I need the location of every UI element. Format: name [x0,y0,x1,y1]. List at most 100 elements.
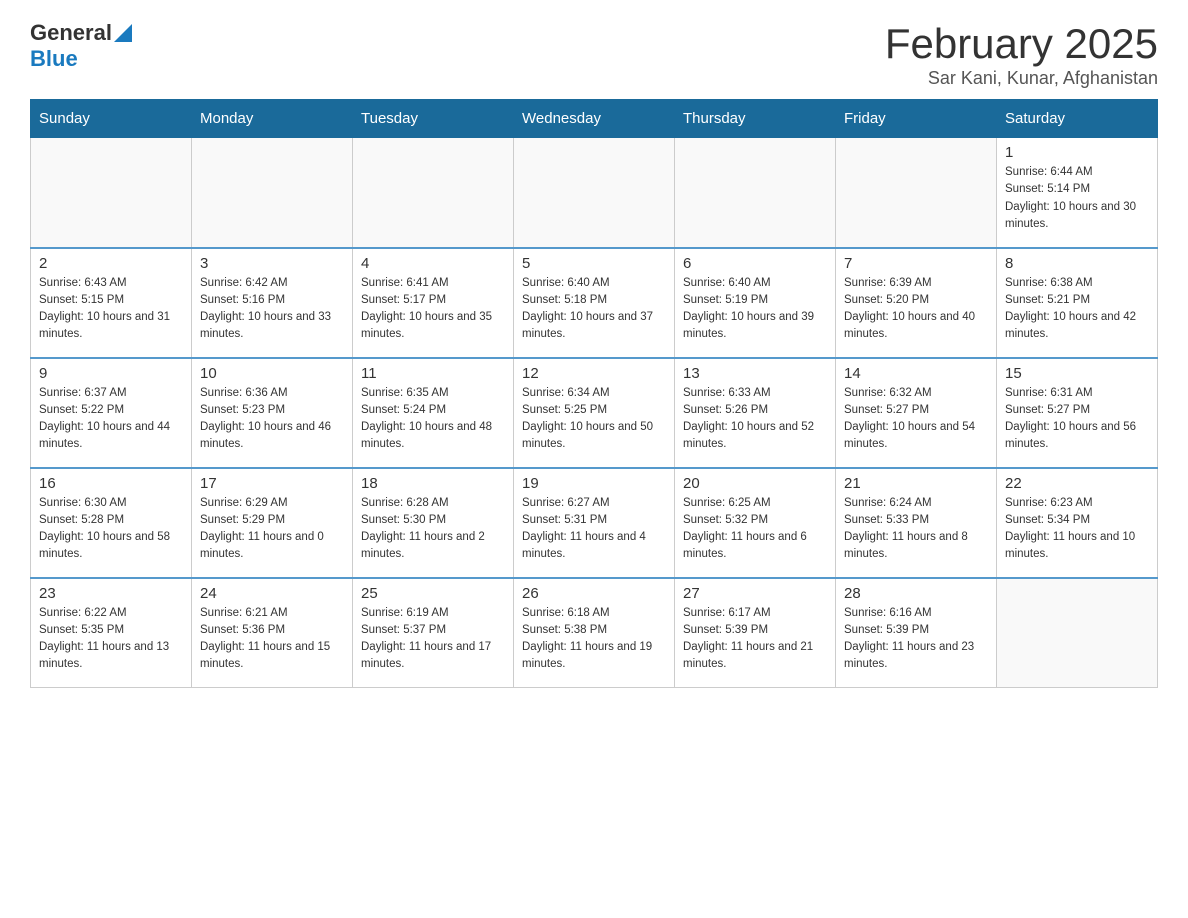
calendar-cell: 23 Sunrise: 6:22 AM Sunset: 5:35 PM Dayli… [31,578,192,688]
day-number: 9 [39,365,183,382]
day-info: Sunrise: 6:34 AM Sunset: 5:25 PM Dayligh… [522,385,666,454]
calendar-cell: 6Sunrise: 6:40 AM Sunset: 5:19 PM Daylig… [675,248,836,358]
day-number: 4 [361,255,505,272]
calendar-cell: 2Sunrise: 6:43 AM Sunset: 5:15 PM Daylig… [31,248,192,358]
day-info: Sunrise: 6:33 AM Sunset: 5:26 PM Dayligh… [683,385,827,454]
day-info: Sunrise: 6:21 AM Sunset: 5:36 PM Dayligh… [200,605,344,674]
calendar-cell: 4 Sunrise: 6:41 AM Sunset: 5:17 PM Daylig… [353,248,514,358]
calendar-cell [31,138,192,248]
logo: General Blue [30,20,132,72]
calendar-cell: 15 Sunrise: 6:31 AM Sunset: 5:27 PM Dayli… [997,358,1158,468]
day-info: Sunrise: 6:19 AM Sunset: 5:37 PM Dayligh… [361,605,505,674]
day-info: Sunrise: 6:39 AM Sunset: 5:20 PM Dayligh… [844,275,988,344]
day-info: Sunrise: 6:25 AM Sunset: 5:32 PM Dayligh… [683,495,827,564]
calendar-cell: 7Sunrise: 6:39 AM Sunset: 5:20 PM Daylig… [836,248,997,358]
title-section: February 2025 Sar Kani, Kunar, Afghanist… [885,20,1158,89]
calendar-cell: 1 Sunrise: 6:44 AM Sunset: 5:14 PM Daylig… [997,138,1158,248]
month-title: February 2025 [885,20,1158,68]
day-number: 12 [522,365,666,382]
weekday-header-thursday: Thursday [675,100,836,138]
calendar-cell: 9 Sunrise: 6:37 AM Sunset: 5:22 PM Daylig… [31,358,192,468]
day-info: Sunrise: 6:31 AM Sunset: 5:27 PM Dayligh… [1005,385,1149,454]
day-info: Sunrise: 6:23 AM Sunset: 5:34 PM Dayligh… [1005,495,1149,564]
calendar-cell: 20 Sunrise: 6:25 AM Sunset: 5:32 PM Dayli… [675,468,836,578]
day-info: Sunrise: 6:32 AM Sunset: 5:27 PM Dayligh… [844,385,988,454]
day-info: Sunrise: 6:28 AM Sunset: 5:30 PM Dayligh… [361,495,505,564]
calendar-week-row: 2Sunrise: 6:43 AM Sunset: 5:15 PM Daylig… [31,248,1158,358]
calendar-week-row: 9 Sunrise: 6:37 AM Sunset: 5:22 PM Daylig… [31,358,1158,468]
day-number: 18 [361,475,505,492]
day-info: Sunrise: 6:29 AM Sunset: 5:29 PM Dayligh… [200,495,344,564]
day-number: 17 [200,475,344,492]
day-info: Sunrise: 6:17 AM Sunset: 5:39 PM Dayligh… [683,605,827,674]
day-info: Sunrise: 6:40 AM Sunset: 5:19 PM Dayligh… [683,275,827,344]
day-number: 14 [844,365,988,382]
day-number: 8 [1005,255,1149,272]
calendar-table: SundayMondayTuesdayWednesdayThursdayFrid… [30,99,1158,688]
day-number: 20 [683,475,827,492]
calendar-cell: 5Sunrise: 6:40 AM Sunset: 5:18 PM Daylig… [514,248,675,358]
day-info: Sunrise: 6:22 AM Sunset: 5:35 PM Dayligh… [39,605,183,674]
day-number: 26 [522,585,666,602]
day-number: 22 [1005,475,1149,492]
day-number: 16 [39,475,183,492]
weekday-header-row: SundayMondayTuesdayWednesdayThursdayFrid… [31,100,1158,138]
weekday-header-wednesday: Wednesday [514,100,675,138]
calendar-cell: 28 Sunrise: 6:16 AM Sunset: 5:39 PM Dayli… [836,578,997,688]
logo-general-text: General [30,20,112,46]
calendar-cell: 17 Sunrise: 6:29 AM Sunset: 5:29 PM Dayli… [192,468,353,578]
day-info: Sunrise: 6:41 AM Sunset: 5:17 PM Dayligh… [361,275,505,344]
day-number: 23 [39,585,183,602]
calendar-cell: 25Sunrise: 6:19 AM Sunset: 5:37 PM Dayli… [353,578,514,688]
calendar-cell [353,138,514,248]
calendar-cell: 27Sunrise: 6:17 AM Sunset: 5:39 PM Dayli… [675,578,836,688]
day-number: 19 [522,475,666,492]
calendar-week-row: 23 Sunrise: 6:22 AM Sunset: 5:35 PM Dayli… [31,578,1158,688]
location-text: Sar Kani, Kunar, Afghanistan [885,68,1158,89]
calendar-cell: 14 Sunrise: 6:32 AM Sunset: 5:27 PM Dayli… [836,358,997,468]
weekday-header-friday: Friday [836,100,997,138]
day-number: 1 [1005,144,1149,161]
day-number: 11 [361,365,505,382]
calendar-cell: 16 Sunrise: 6:30 AM Sunset: 5:28 PM Dayli… [31,468,192,578]
calendar-cell: 10 Sunrise: 6:36 AM Sunset: 5:23 PM Dayli… [192,358,353,468]
logo-triangle-icon [114,24,132,42]
calendar-cell: 18 Sunrise: 6:28 AM Sunset: 5:30 PM Dayli… [353,468,514,578]
calendar-cell [836,138,997,248]
day-info: Sunrise: 6:37 AM Sunset: 5:22 PM Dayligh… [39,385,183,454]
calendar-cell [675,138,836,248]
day-info: Sunrise: 6:36 AM Sunset: 5:23 PM Dayligh… [200,385,344,454]
calendar-cell: 13 Sunrise: 6:33 AM Sunset: 5:26 PM Dayli… [675,358,836,468]
day-number: 28 [844,585,988,602]
day-number: 15 [1005,365,1149,382]
calendar-cell: 12 Sunrise: 6:34 AM Sunset: 5:25 PM Dayli… [514,358,675,468]
day-info: Sunrise: 6:43 AM Sunset: 5:15 PM Dayligh… [39,275,183,344]
day-info: Sunrise: 6:42 AM Sunset: 5:16 PM Dayligh… [200,275,344,344]
day-number: 21 [844,475,988,492]
calendar-cell: 19Sunrise: 6:27 AM Sunset: 5:31 PM Dayli… [514,468,675,578]
day-info: Sunrise: 6:16 AM Sunset: 5:39 PM Dayligh… [844,605,988,674]
weekday-header-saturday: Saturday [997,100,1158,138]
calendar-cell: 11 Sunrise: 6:35 AM Sunset: 5:24 PM Dayli… [353,358,514,468]
day-info: Sunrise: 6:38 AM Sunset: 5:21 PM Dayligh… [1005,275,1149,344]
calendar-cell: 8 Sunrise: 6:38 AM Sunset: 5:21 PM Daylig… [997,248,1158,358]
calendar-week-row: 16 Sunrise: 6:30 AM Sunset: 5:28 PM Dayli… [31,468,1158,578]
day-info: Sunrise: 6:30 AM Sunset: 5:28 PM Dayligh… [39,495,183,564]
day-number: 3 [200,255,344,272]
day-info: Sunrise: 6:40 AM Sunset: 5:18 PM Dayligh… [522,275,666,344]
weekday-header-tuesday: Tuesday [353,100,514,138]
day-info: Sunrise: 6:44 AM Sunset: 5:14 PM Dayligh… [1005,164,1149,233]
weekday-header-sunday: Sunday [31,100,192,138]
day-info: Sunrise: 6:35 AM Sunset: 5:24 PM Dayligh… [361,385,505,454]
calendar-cell: 24 Sunrise: 6:21 AM Sunset: 5:36 PM Dayli… [192,578,353,688]
calendar-cell [192,138,353,248]
day-number: 13 [683,365,827,382]
calendar-cell: 26 Sunrise: 6:18 AM Sunset: 5:38 PM Dayli… [514,578,675,688]
day-info: Sunrise: 6:18 AM Sunset: 5:38 PM Dayligh… [522,605,666,674]
day-number: 10 [200,365,344,382]
calendar-cell: 3 Sunrise: 6:42 AM Sunset: 5:16 PM Daylig… [192,248,353,358]
day-info: Sunrise: 6:24 AM Sunset: 5:33 PM Dayligh… [844,495,988,564]
day-number: 24 [200,585,344,602]
logo-blue-text: Blue [30,46,78,71]
calendar-cell [997,578,1158,688]
